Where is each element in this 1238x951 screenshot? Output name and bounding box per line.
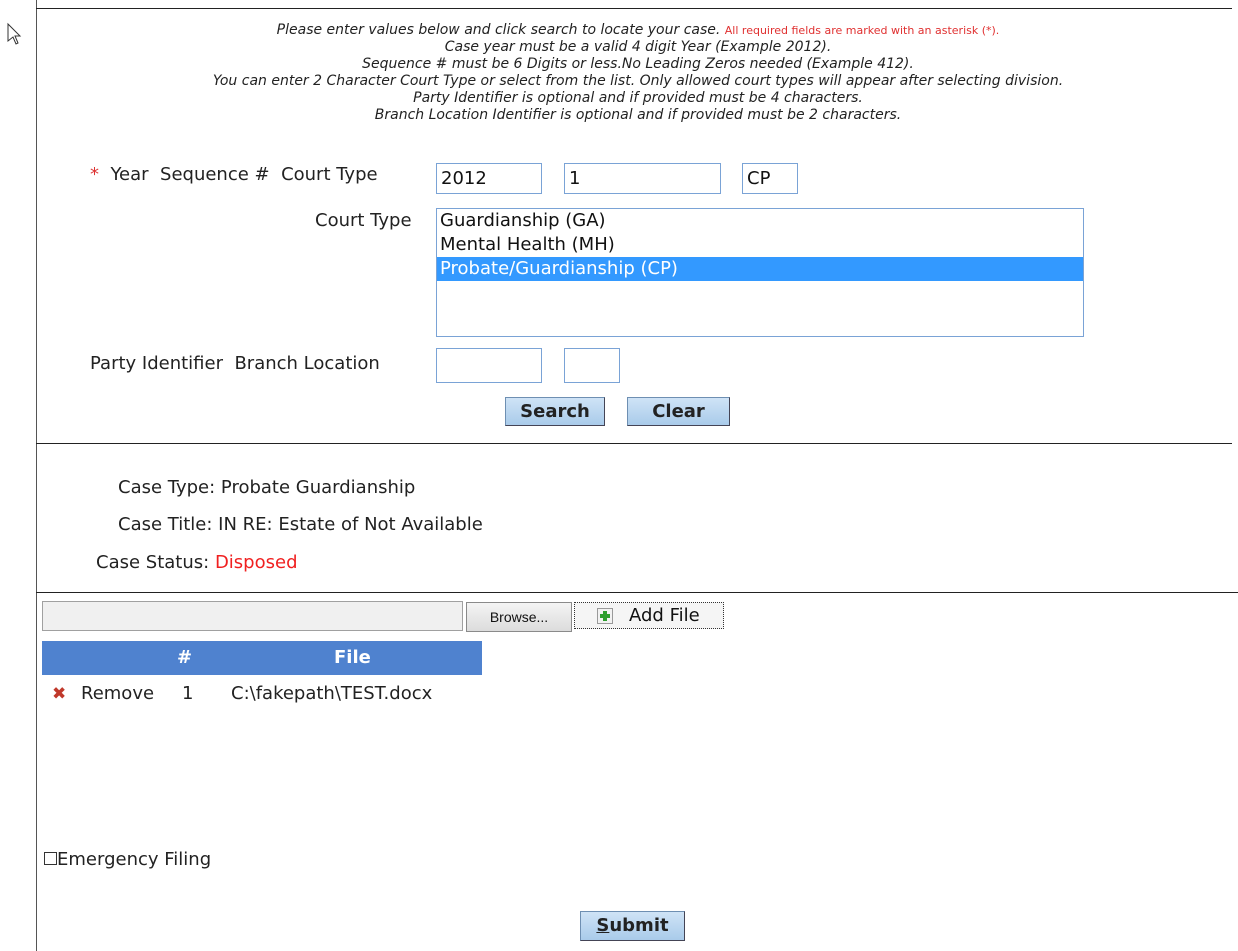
court-type-option-ga[interactable]: Guardianship (GA)	[437, 209, 1083, 233]
court-type-option-cp[interactable]: Probate/Guardianship (CP)	[437, 257, 1083, 281]
instruction-line-6: Branch Location Identifier is optional a…	[374, 107, 902, 123]
top-divider	[36, 8, 1232, 9]
instruction-line-2: Case year must be a valid 4 digit Year (…	[444, 39, 832, 55]
party-branch-labels: Party Identifier Branch Location	[90, 353, 380, 374]
case-status-label: Case Status:	[96, 552, 210, 573]
header-number: #	[177, 647, 193, 668]
branch-location-label: Branch Location	[234, 353, 380, 374]
submit-label: Submit	[596, 915, 669, 936]
required-marker: *	[90, 164, 99, 185]
add-plus-icon	[597, 608, 613, 624]
party-identifier-label: Party Identifier	[90, 353, 223, 374]
court-type-input[interactable]	[742, 163, 798, 194]
year-label: Year	[110, 164, 149, 185]
court-type-label: Court Type	[281, 164, 378, 185]
court-type-option-mh[interactable]: Mental Health (MH)	[437, 233, 1083, 257]
browse-button[interactable]: Browse...	[466, 602, 572, 632]
left-border	[36, 0, 37, 951]
case-type-row: Case Type: Probate Guardianship	[118, 477, 415, 498]
add-file-button[interactable]: Add File	[574, 602, 724, 629]
add-file-label: Add File	[629, 605, 700, 626]
remove-x-icon[interactable]: ✖	[52, 684, 66, 704]
case-type-label: Case Type:	[118, 477, 216, 498]
year-input[interactable]	[436, 163, 542, 194]
case-number-labels: * Year Sequence # Court Type	[90, 164, 378, 185]
instruction-line-3: Sequence # must be 6 Digits or less.No L…	[362, 56, 914, 72]
case-type-value: Probate Guardianship	[220, 477, 416, 498]
sequence-input[interactable]	[564, 163, 721, 194]
case-status-value: Disposed	[214, 552, 298, 573]
sequence-label: Sequence #	[160, 164, 270, 185]
middle-divider	[36, 443, 1232, 444]
court-type-listbox[interactable]: Guardianship (GA) Mental Health (MH) Pro…	[436, 208, 1084, 337]
instruction-line-4: You can enter 2 Character Court Type or …	[212, 73, 1064, 89]
case-title-value: IN RE: Estate of Not Available	[218, 514, 483, 535]
search-button[interactable]: Search	[505, 397, 605, 426]
case-title-row: Case Title: IN RE: Estate of Not Availab…	[118, 514, 483, 535]
clear-button[interactable]: Clear	[627, 397, 730, 426]
file-row-name: C:\fakepath\TEST.docx	[231, 683, 433, 704]
instruction-line-1: Please enter values below and click sear…	[276, 22, 721, 38]
mouse-cursor-icon	[7, 22, 22, 45]
file-path-input[interactable]	[42, 601, 463, 631]
case-title-label: Case Title:	[118, 514, 213, 535]
emergency-filing-label: Emergency Filing	[57, 849, 212, 870]
emergency-filing-checkbox[interactable]	[44, 852, 57, 865]
header-file: File	[334, 647, 371, 668]
case-status-row: Case Status: Disposed	[96, 552, 298, 573]
file-table-header: # File	[42, 641, 482, 675]
instruction-line-5: Party Identifier is optional and if prov…	[413, 90, 863, 106]
submit-button[interactable]: Submit	[580, 911, 685, 941]
court-type-list-label: Court Type	[315, 210, 412, 231]
required-note: All required fields are marked with an a…	[724, 24, 1000, 37]
instructions-block: Please enter values below and click sear…	[40, 22, 1236, 124]
party-identifier-input[interactable]	[436, 348, 542, 383]
remove-link[interactable]: Remove	[81, 683, 154, 704]
branch-location-input[interactable]	[564, 348, 620, 383]
file-row-number: 1	[182, 683, 194, 704]
upload-divider	[36, 592, 1238, 593]
